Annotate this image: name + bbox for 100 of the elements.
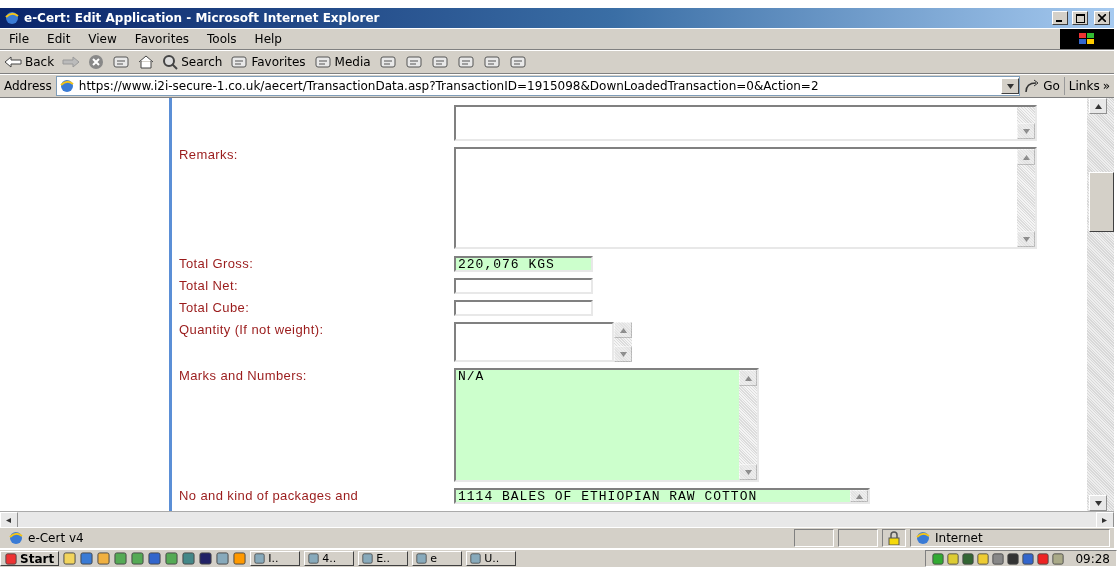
field-label: Total Cube:	[179, 300, 251, 315]
quick-launch-icon	[114, 552, 128, 565]
field-label: Remarks:	[179, 147, 239, 162]
triangle-right-icon	[1101, 517, 1109, 523]
go-button[interactable]: Go	[1020, 77, 1064, 95]
minimize-button[interactable]	[1052, 11, 1068, 25]
arrow-left-icon	[4, 56, 22, 68]
quick-launch-icon	[199, 552, 213, 565]
quick-launch-icon	[97, 552, 111, 565]
window-icon	[470, 553, 482, 564]
status-pane	[794, 529, 834, 547]
quick-launch-icon	[148, 552, 162, 565]
triangle-down-icon	[1094, 500, 1102, 506]
zone-text: Internet	[935, 531, 983, 545]
quick-launch-icon	[165, 552, 179, 565]
menu-item[interactable]: File	[0, 30, 39, 48]
field-label: Marks and Numbers:	[179, 368, 308, 383]
globe-e-icon	[8, 530, 24, 546]
windows-logo	[1060, 29, 1114, 49]
taskbar-button[interactable]: e	[412, 551, 463, 566]
quick-launch-icon	[233, 552, 247, 565]
scroll-up-button[interactable]	[1089, 98, 1107, 114]
tray-icon	[962, 552, 975, 565]
scroll-left-button[interactable]	[0, 512, 18, 528]
text-input-field[interactable]	[454, 300, 593, 316]
tray-icon	[1022, 552, 1035, 565]
triangle-up-icon	[744, 375, 752, 381]
field-label: No and kind of packages and	[179, 488, 360, 503]
quick-launch-icon	[80, 552, 94, 565]
maximize-icon	[1075, 13, 1085, 23]
triangle-down-icon	[1022, 128, 1030, 134]
triangle-down-icon	[1022, 236, 1030, 242]
field-label: Total Net:	[179, 278, 239, 293]
triangle-left-icon	[5, 517, 13, 523]
triangle-up-icon	[1022, 154, 1030, 160]
tray-icon	[1037, 552, 1050, 565]
maximize-button[interactable]	[1072, 11, 1088, 25]
globe-e-icon	[915, 530, 931, 546]
taskbar-button[interactable]: U..	[466, 551, 517, 566]
home-icon	[138, 54, 155, 70]
quick-launch-icon	[216, 552, 230, 565]
menu-item[interactable]: View	[79, 30, 126, 48]
text-area-field[interactable]: 1114 BALES OF ETHIOPIAN RAW COTTON	[454, 488, 870, 504]
field-value: 1114 BALES OF ETHIOPIAN RAW COTTON	[457, 490, 759, 502]
address-field[interactable]: https://www.i2i-secure-1.co.uk/aecert/TransactionData.asp?TransactionID=1915098&DownLoadedTransaction=0&Action=2	[55, 76, 1021, 96]
url-text: https://www.i2i-secure-1.co.uk/aecert/TransactionData.asp?TransactionID=1915098&DownLoadedTransaction=0&Action=2	[78, 79, 820, 93]
window-title: e-Cert: Edit Application - Microsoft Internet Explorer	[24, 11, 381, 25]
menu-item[interactable]: Tools	[198, 30, 246, 48]
chevron-text: »	[1102, 79, 1110, 93]
quick-launch-icon	[63, 552, 77, 565]
taskbar-button[interactable]: E..	[358, 551, 409, 566]
triangle-up-icon	[619, 327, 627, 333]
taskbar-button[interactable]: 4..	[304, 551, 355, 566]
scroll-right-button[interactable]	[1096, 512, 1114, 528]
scroll-down-button[interactable]	[1089, 495, 1107, 511]
text-input-field[interactable]: 220,076 KGS	[454, 256, 593, 272]
toolbar-button[interactable]: Search	[158, 52, 227, 72]
magnifier-icon	[162, 54, 179, 70]
globe-e-icon	[4, 10, 20, 26]
menu-item[interactable]: Edit	[38, 30, 80, 48]
stop-icon	[88, 54, 105, 70]
window-icon	[416, 553, 428, 564]
menu-item[interactable]: Favorites	[125, 30, 199, 48]
status-pane	[838, 529, 878, 547]
toolbar-button[interactable]: Media	[309, 52, 375, 72]
text-input-field[interactable]	[454, 278, 593, 294]
field-value: N/A	[457, 370, 486, 386]
text-area-field[interactable]	[454, 322, 614, 362]
triangle-down-icon	[1006, 83, 1014, 89]
toolbar-button[interactable]: Favorites	[226, 52, 310, 72]
text-area-field[interactable]	[454, 105, 1037, 141]
tray-icon	[1007, 552, 1020, 565]
status-text: e-Cert v4	[28, 531, 84, 545]
tray-icon	[947, 552, 960, 565]
field-label: Quantity (If not weight):	[179, 322, 325, 337]
tray-icon	[977, 552, 990, 565]
triangle-up-icon	[855, 493, 863, 499]
arrow-right-icon	[62, 56, 81, 68]
triangle-down-icon	[619, 351, 627, 357]
close-button[interactable]	[1094, 11, 1110, 25]
menu-item[interactable]: Help	[245, 30, 291, 48]
tray-icon	[1052, 552, 1065, 565]
curved-arrow-icon	[1024, 79, 1041, 93]
quick-launch-icon	[131, 552, 145, 565]
triangle-down-icon	[744, 469, 752, 475]
toolbar-button[interactable]: Back	[0, 53, 59, 71]
dropdown-button[interactable]	[1001, 78, 1020, 94]
start-button[interactable]: Start	[0, 551, 60, 566]
triangle-up-icon	[1094, 103, 1102, 109]
padlock-icon	[887, 531, 901, 545]
scrollbar-thumb[interactable]	[1089, 172, 1114, 232]
quick-launch-icon	[182, 552, 196, 565]
window-icon	[362, 553, 374, 564]
close-icon	[1098, 14, 1106, 22]
clock-text: 09:28	[1075, 551, 1110, 566]
tray-icon	[932, 552, 945, 565]
globe-e-icon	[58, 78, 75, 94]
field-label: Total Gross:	[179, 256, 255, 271]
links-button[interactable]: Links »	[1063, 77, 1114, 95]
taskbar-button[interactable]: I..	[250, 551, 301, 566]
